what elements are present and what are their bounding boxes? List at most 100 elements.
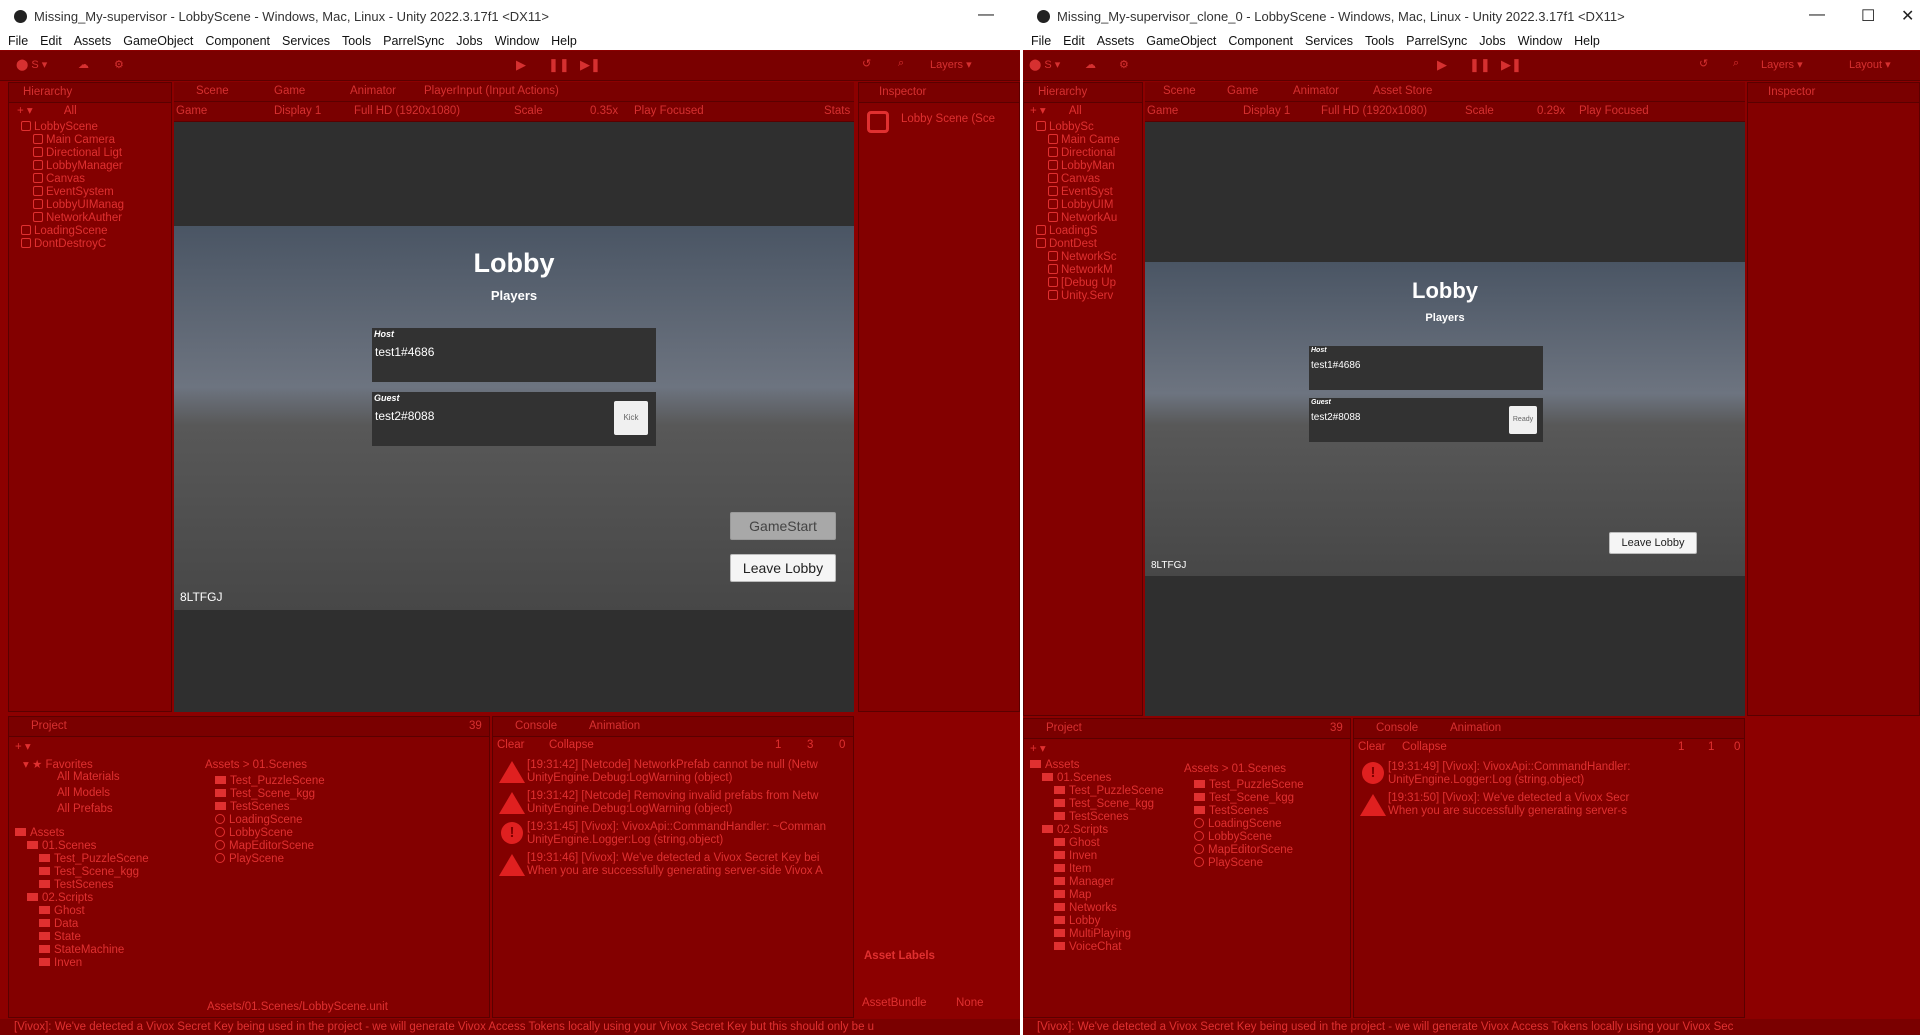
resolution-dropdown[interactable]: Full HD (1920x1080) [354,105,460,117]
menu-services[interactable]: Services [282,34,330,48]
hierarchy-item[interactable]: Canvas [33,173,85,185]
hierarchy-search[interactable]: + ▾ All [17,103,77,117]
close-icon[interactable]: ✕ [1901,6,1914,26]
console-entry-message[interactable]: [19:31:45] [Vivox]: VivoxApi::CommandHan… [527,821,826,834]
kick-button[interactable]: Kick [614,401,648,435]
console-entry-message[interactable]: [19:31:50] [Vivox]: We've detected a Viv… [1388,792,1629,805]
hierarchy-item[interactable]: Directional Ligt [33,147,122,159]
tab-hierarchy[interactable]: Hierarchy [23,86,72,98]
resolution-dropdown[interactable]: Full HD (1920x1080) [1321,105,1427,117]
history-icon[interactable]: ↺ [862,57,871,70]
breadcrumb-child[interactable]: 01.Scenes [253,759,307,771]
folder-item[interactable]: 02.Scripts [1042,824,1108,836]
project-add-button[interactable]: + ▾ [15,739,31,753]
menu-assets[interactable]: Assets [1097,34,1135,48]
menu-file[interactable]: File [1031,34,1051,48]
folder-item[interactable]: Manager [1054,876,1114,888]
account-icon[interactable]: ⬤ S ▾ [16,58,47,71]
hierarchy-item[interactable]: Main Came [1048,134,1120,146]
pause-icon[interactable]: ❚❚ [1469,57,1491,73]
favorite-all-models[interactable]: All Models [57,787,110,799]
menu-jobs[interactable]: Jobs [456,34,482,48]
tab-scene[interactable]: Scene [1163,85,1196,97]
hierarchy-item[interactable]: DontDestroyC [21,238,106,250]
menu-gameobject[interactable]: GameObject [1146,34,1216,48]
folder-item[interactable]: MultiPlaying [1054,928,1131,940]
console-info-count[interactable]: 0 [1734,741,1740,753]
tab-console[interactable]: Console [1376,722,1418,734]
tab-inspector[interactable]: Inspector [879,86,926,98]
folder-item[interactable]: Ghost [1054,837,1100,849]
folder-item[interactable]: State [39,931,81,943]
menu-window[interactable]: Window [495,34,539,48]
menu-help[interactable]: Help [1574,34,1600,48]
asset-bundle-value[interactable]: None [956,997,984,1009]
project-file-item[interactable]: TestScenes [215,801,289,813]
step-icon[interactable]: ▶❚ [1501,57,1522,73]
layers-dropdown[interactable]: Layers ▾ [1761,58,1803,71]
hierarchy-item[interactable]: EventSyst [1048,186,1113,198]
project-file-item[interactable]: Test_PuzzleScene [1194,779,1304,791]
leave-lobby-button[interactable]: Leave Lobby [1609,532,1697,554]
hierarchy-item[interactable]: NetworkAu [1048,212,1117,224]
leave-lobby-button[interactable]: Leave Lobby [730,554,836,582]
menu-component[interactable]: Component [1228,34,1293,48]
console-warn-count[interactable]: 1 [1708,741,1714,753]
hierarchy-item[interactable]: Directional [1048,147,1115,159]
gamestart-button[interactable]: GameStart [730,512,836,540]
tab-animation[interactable]: Animation [1450,722,1501,734]
hierarchy-item[interactable]: NetworkAuther [33,212,122,224]
project-file-item[interactable]: Test_Scene_kgg [215,788,315,800]
right-game-view[interactable]: Lobby Players Host test1#4686 Guest test… [1145,122,1745,716]
hierarchy-item[interactable]: LobbyUIM [1048,199,1113,211]
menu-edit[interactable]: Edit [40,34,62,48]
hierarchy-item[interactable]: NetworkSc [1048,251,1117,263]
scale-value[interactable]: 0.35x [590,105,618,117]
project-file-item[interactable]: MapEditorScene [215,840,314,852]
collab-icon[interactable]: ⚙ [1119,58,1129,71]
project-file-item[interactable]: MapEditorScene [1194,844,1293,856]
folder-item[interactable]: TestScenes [39,879,113,891]
menu-parrelsync[interactable]: ParrelSync [383,34,444,48]
console-entry-trace[interactable]: UnityEngine.Debug:LogWarning (object) [527,772,732,785]
console-entry-trace[interactable]: When you are successfully generating ser… [1388,805,1627,818]
tab-game[interactable]: Game [1227,85,1258,97]
console-clear-button[interactable]: Clear [497,739,524,751]
left-game-canvas[interactable]: Lobby Players Host test1#4686 Guest test… [174,226,854,610]
console-entry-message[interactable]: [19:31:46] [Vivox]: We've detected a Viv… [527,852,819,865]
project-file-item[interactable]: LobbyScene [1194,831,1272,843]
favorite-all-prefabs[interactable]: All Prefabs [57,803,113,815]
play-icon[interactable]: ▶ [516,57,526,73]
tab-asset-store[interactable]: Asset Store [1373,85,1432,97]
collab-icon[interactable]: ⚙ [114,58,124,71]
hierarchy-item[interactable]: EventSystem [33,186,114,198]
hierarchy-item[interactable]: Canvas [1048,173,1100,185]
pause-icon[interactable]: ❚❚ [548,57,570,73]
minimize-icon[interactable]: — [978,6,994,24]
minimize-icon[interactable]: — [1809,6,1825,24]
right-game-canvas[interactable]: Lobby Players Host test1#4686 Guest test… [1145,262,1745,576]
hierarchy-item[interactable]: Unity.Serv [1048,290,1113,302]
assets-root-folder[interactable]: Assets [15,827,65,839]
folder-item[interactable]: Test_Scene_kgg [39,866,139,878]
folder-item[interactable]: TestScenes [1054,811,1128,823]
folder-item[interactable]: Data [39,918,78,930]
game-dropdown[interactable]: Game [176,105,207,117]
console-entry-trace[interactable]: UnityEngine.Logger:Log (string,object) [527,834,723,847]
console-collapse-button[interactable]: Collapse [1402,741,1447,753]
menu-tools[interactable]: Tools [1365,34,1394,48]
project-file-item[interactable]: Test_Scene_kgg [1194,792,1294,804]
hierarchy-item[interactable]: LobbyUIManag [33,199,124,211]
console-clear-button[interactable]: Clear [1358,741,1385,753]
hierarchy-item[interactable]: Main Camera [33,134,115,146]
folder-item[interactable]: Test_PuzzleScene [39,853,149,865]
cloud-icon[interactable]: ☁ [78,58,89,71]
folder-item[interactable]: StateMachine [39,944,124,956]
console-entry-trace[interactable]: UnityEngine.Debug:LogWarning (object) [527,803,732,816]
console-entry-message[interactable]: [19:31:49] [Vivox]: VivoxApi::CommandHan… [1388,761,1630,774]
console-entry-trace[interactable]: When you are successfully generating ser… [527,865,823,878]
play-icon[interactable]: ▶ [1437,57,1447,73]
console-error-count[interactable]: 1 [1678,741,1684,753]
console-entry-trace[interactable]: UnityEngine.Logger:Log (string,object) [1388,774,1584,787]
hierarchy-search[interactable]: + ▾ All [1030,103,1082,117]
